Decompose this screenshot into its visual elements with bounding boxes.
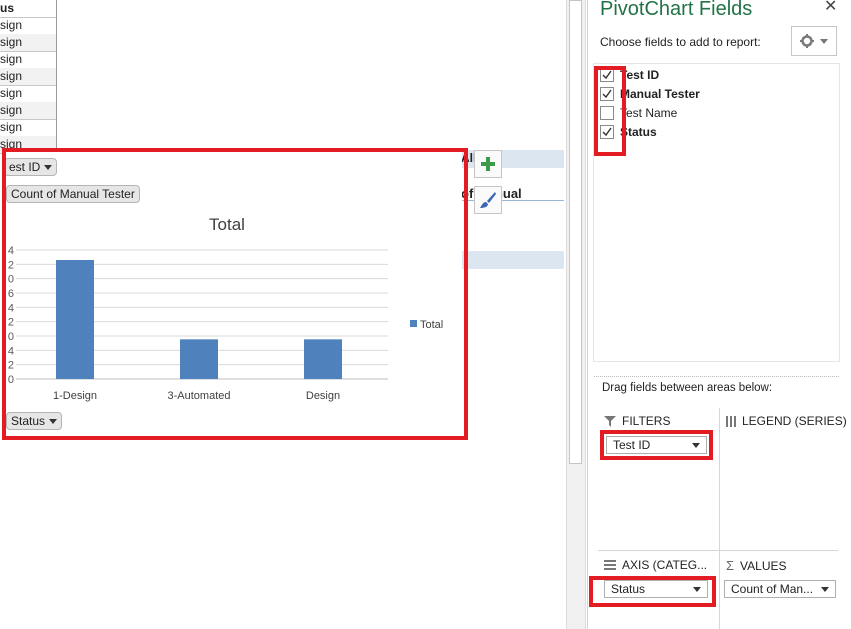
filters-highlight-box (600, 430, 713, 460)
cell[interactable]: sign (0, 85, 56, 103)
chevron-down-icon (821, 586, 829, 592)
field-label: Test Name (620, 106, 678, 120)
pane-title: PivotChart Fields (600, 0, 753, 20)
paintbrush-icon (480, 192, 496, 208)
worksheet-fragment: us sign sign sign sign sign sign sign si… (0, 0, 57, 154)
filters-area-header: FILTERS (604, 414, 670, 428)
cell[interactable]: sign (0, 17, 56, 35)
cell[interactable]: sign (0, 119, 56, 137)
field-label: Manual Tester (620, 87, 700, 101)
cell[interactable]: sign (0, 34, 56, 52)
cell[interactable]: sign (0, 68, 56, 86)
axis-area-header: AXIS (CATEG... (604, 558, 707, 572)
chart-elements-button[interactable] (474, 150, 502, 178)
axis-area-label: AXIS (CATEG... (622, 558, 708, 572)
close-icon[interactable]: ✕ (824, 0, 837, 16)
pane-subtitle: Choose fields to add to report: (600, 35, 761, 49)
cell[interactable]: sign (0, 51, 56, 69)
drag-hint: Drag fields between areas below: (602, 382, 773, 394)
legend-area-label: LEGEND (SERIES) (742, 414, 847, 428)
splitter[interactable] (594, 376, 839, 377)
sigma-icon: Σ (726, 558, 735, 573)
area-divider (598, 550, 838, 551)
chevron-down-icon (820, 38, 828, 44)
column-header-status[interactable]: us (0, 0, 56, 18)
values-area-label: VALUES (740, 558, 787, 573)
axis-highlight-box (589, 576, 716, 607)
gear-icon (800, 34, 814, 48)
plus-icon (481, 157, 495, 171)
rows-icon (604, 560, 616, 570)
area-divider (719, 408, 720, 629)
values-area-header: Σ VALUES (726, 558, 787, 573)
filter-icon (604, 415, 616, 427)
scrollbar-thumb[interactable] (569, 0, 582, 464)
pivot-row-band (460, 251, 564, 269)
tools-button[interactable] (791, 26, 837, 56)
filters-label: FILTERS (622, 414, 671, 428)
chart-highlight-box (2, 148, 468, 440)
cell[interactable]: sign (0, 102, 56, 120)
columns-icon (726, 415, 736, 427)
chart-styles-button[interactable] (474, 186, 502, 214)
values-count-dropdown[interactable]: Count of Man... (724, 580, 836, 598)
dropdown-label: Count of Man... (731, 582, 814, 596)
fields-highlight-box (594, 66, 626, 156)
legend-area-header: LEGEND (SERIES) (726, 414, 847, 428)
